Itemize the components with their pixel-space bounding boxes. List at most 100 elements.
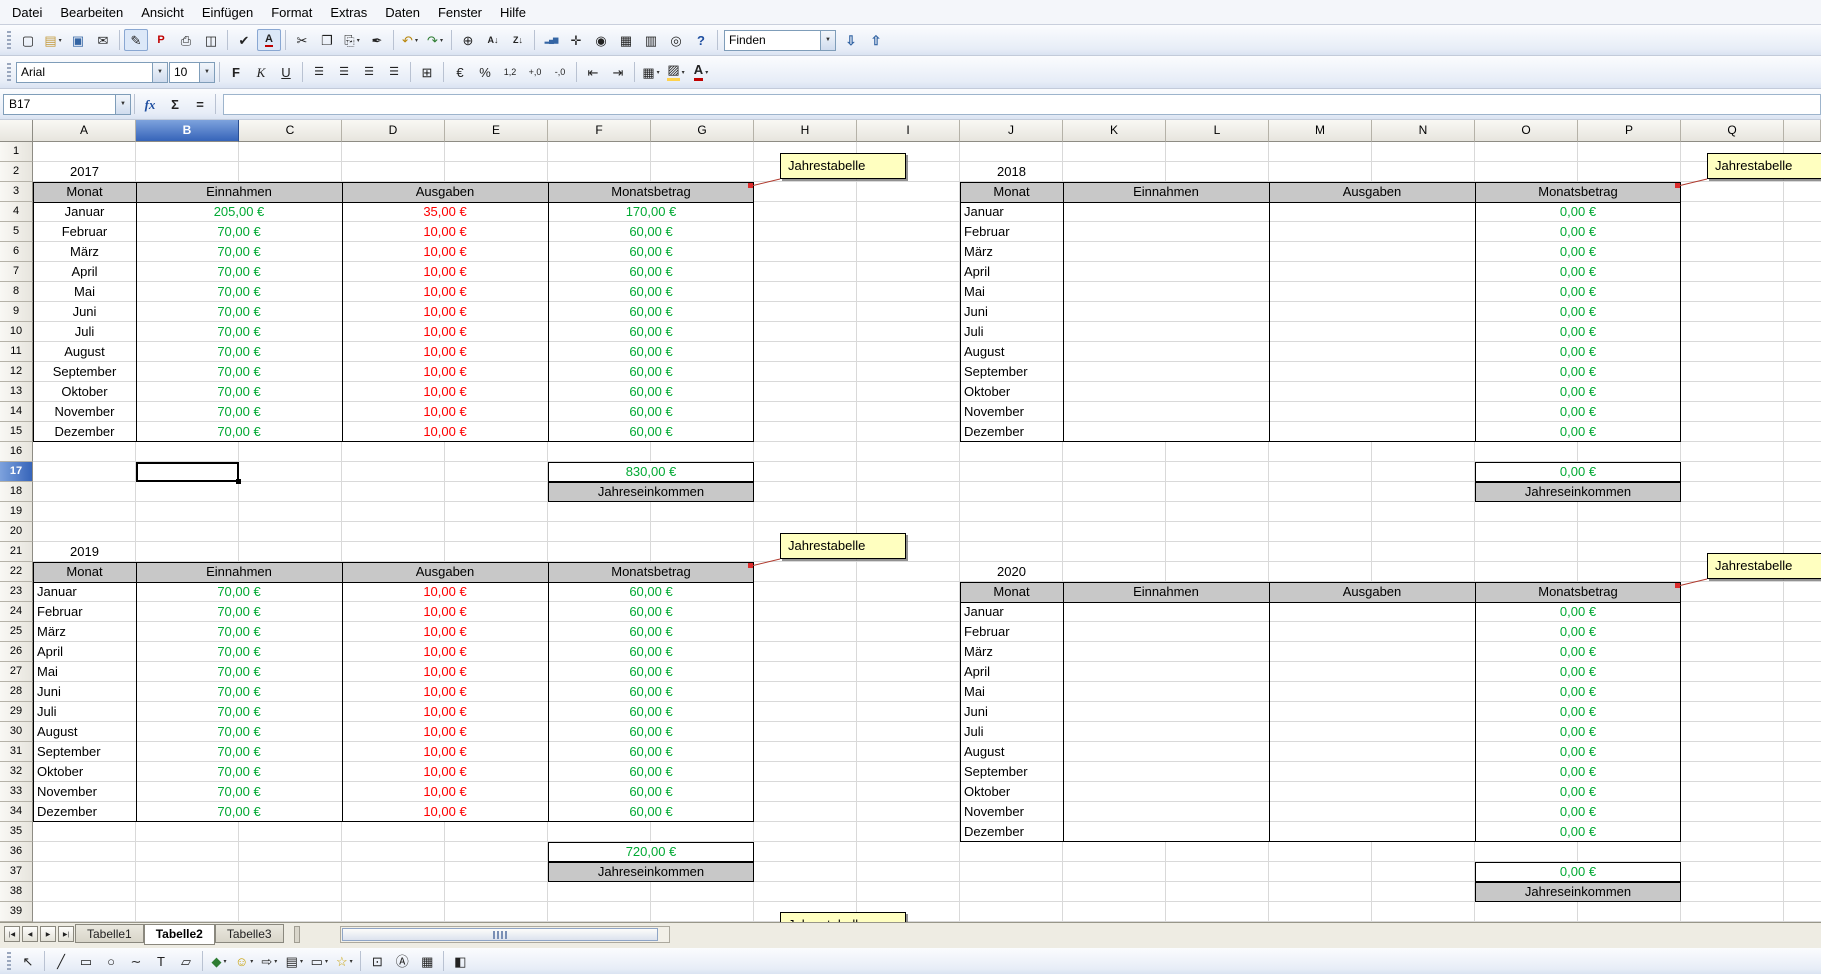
cell-A5[interactable]: Februar (33, 222, 136, 242)
decrease-indent-button[interactable]: ⇤ (581, 61, 605, 83)
row-header-26[interactable]: 26 (0, 642, 33, 662)
cell-O33[interactable]: 0,00 € (1475, 782, 1681, 802)
row-header-23[interactable]: 23 (0, 582, 33, 602)
sort-ascending-button[interactable]: A↓ (481, 29, 505, 51)
cell-D23[interactable]: 10,00 € (342, 582, 548, 602)
row-header-20[interactable]: 20 (0, 522, 33, 542)
row-header-15[interactable]: 15 (0, 422, 33, 442)
find-next-button[interactable]: ⇩ (839, 29, 863, 51)
cell-J34[interactable]: November (960, 802, 1063, 822)
function-button[interactable]: = (188, 93, 212, 115)
name-box[interactable]: B17 ▼ (3, 94, 131, 115)
cell-A10[interactable]: Juli (33, 322, 136, 342)
cell-J24[interactable]: Januar (960, 602, 1063, 622)
row-header-1[interactable]: 1 (0, 142, 33, 162)
cell-A15[interactable]: Dezember (33, 422, 136, 442)
select-button[interactable]: ↖ (16, 950, 40, 972)
cell-J27[interactable]: April (960, 662, 1063, 682)
cell-J6[interactable]: März (960, 242, 1063, 262)
cell-D26[interactable]: 10,00 € (342, 642, 548, 662)
row-header-11[interactable]: 11 (0, 342, 33, 362)
new-document-button[interactable]: ▢ (16, 29, 40, 51)
cell-F6[interactable]: 60,00 € (548, 242, 754, 262)
row-header-39[interactable]: 39 (0, 902, 33, 922)
cell-J32[interactable]: September (960, 762, 1063, 782)
gallery-button[interactable]: ▦ (614, 29, 638, 51)
menu-fenster[interactable]: Fenster (429, 2, 491, 23)
cell-A11[interactable]: August (33, 342, 136, 362)
row-header-8[interactable]: 8 (0, 282, 33, 302)
tab-nav-next[interactable]: ▶ (40, 926, 56, 942)
cell-A6[interactable]: März (33, 242, 136, 262)
align-justify-button[interactable]: ☰ (382, 61, 406, 83)
horizontal-scrollbar[interactable] (340, 926, 670, 943)
cell-D15[interactable]: 10,00 € (342, 422, 548, 442)
cell-O18[interactable]: Jahreseinkommen (1475, 482, 1681, 502)
cell-O29[interactable]: 0,00 € (1475, 702, 1681, 722)
cell-O31[interactable]: 0,00 € (1475, 742, 1681, 762)
cell-B23[interactable]: 70,00 € (136, 582, 342, 602)
cell-D33[interactable]: 10,00 € (342, 782, 548, 802)
row-header-5[interactable]: 5 (0, 222, 33, 242)
cell-B7[interactable]: 70,00 € (136, 262, 342, 282)
font-name-combo[interactable]: Arial▼ (16, 62, 168, 83)
align-left-button[interactable]: ☰ (307, 61, 331, 83)
cell-D30[interactable]: 10,00 € (342, 722, 548, 742)
sum-button[interactable]: Σ (163, 93, 187, 115)
row-header-38[interactable]: 38 (0, 882, 33, 902)
cell-F22[interactable]: Monatsbetrag (548, 562, 754, 582)
cell-B5[interactable]: 70,00 € (136, 222, 342, 242)
copy-button[interactable]: ❐ (315, 29, 339, 51)
cell-J15[interactable]: Dezember (960, 422, 1063, 442)
row-header-34[interactable]: 34 (0, 802, 33, 822)
cell-A21[interactable]: 2019 (33, 542, 136, 562)
background-color-button[interactable]: ▨▾ (664, 61, 688, 83)
insert-chart-button[interactable]: ▂▄▆ (539, 29, 563, 51)
column-header-partial[interactable] (1784, 120, 1821, 142)
cell-A28[interactable]: Juni (33, 682, 136, 702)
cell-B27[interactable]: 70,00 € (136, 662, 342, 682)
cell-D10[interactable]: 10,00 € (342, 322, 548, 342)
cell-D34[interactable]: 10,00 € (342, 802, 548, 822)
paste-button[interactable]: ⎘▾ (340, 29, 364, 51)
row-header-7[interactable]: 7 (0, 262, 33, 282)
name-box-dropdown-icon[interactable]: ▼ (115, 95, 130, 114)
ellipse-button[interactable]: ○ (99, 950, 123, 972)
formula-input[interactable] (223, 94, 1821, 115)
cell-J14[interactable]: November (960, 402, 1063, 422)
sheet-tab-tabelle2[interactable]: Tabelle2 (144, 924, 215, 945)
open-button[interactable]: ▤▾ (41, 29, 65, 51)
cell-O30[interactable]: 0,00 € (1475, 722, 1681, 742)
column-header-m[interactable]: M (1269, 120, 1372, 142)
cell-F18[interactable]: Jahreseinkommen (548, 482, 754, 502)
cell-A29[interactable]: Juli (33, 702, 136, 722)
row-header-3[interactable]: 3 (0, 182, 33, 202)
cell-A3[interactable]: Monat (33, 182, 136, 202)
align-center-button[interactable]: ☰ (332, 61, 356, 83)
cell-D22[interactable]: Ausgaben (342, 562, 548, 582)
find-dropdown-icon[interactable]: ▼ (820, 31, 835, 50)
cell-B12[interactable]: 70,00 € (136, 362, 342, 382)
cell-F28[interactable]: 60,00 € (548, 682, 754, 702)
cell-O12[interactable]: 0,00 € (1475, 362, 1681, 382)
cell-B29[interactable]: 70,00 € (136, 702, 342, 722)
freeform-line-button[interactable]: ∼ (124, 950, 148, 972)
cell-J7[interactable]: April (960, 262, 1063, 282)
cell-F34[interactable]: 60,00 € (548, 802, 754, 822)
cell-F26[interactable]: 60,00 € (548, 642, 754, 662)
row-header-33[interactable]: 33 (0, 782, 33, 802)
cell-J13[interactable]: Oktober (960, 382, 1063, 402)
cell-D32[interactable]: 10,00 € (342, 762, 548, 782)
increase-indent-button[interactable]: ⇥ (606, 61, 630, 83)
hyperlink-button[interactable]: ⊕ (456, 29, 480, 51)
row-header-29[interactable]: 29 (0, 702, 33, 722)
cell-F13[interactable]: 60,00 € (548, 382, 754, 402)
cell-F3[interactable]: Monatsbetrag (548, 182, 754, 202)
line-button[interactable]: ╱ (49, 950, 73, 972)
column-header-n[interactable]: N (1372, 120, 1475, 142)
borders-button[interactable]: ▦▾ (639, 61, 663, 83)
cell-D12[interactable]: 10,00 € (342, 362, 548, 382)
tab-nav-first[interactable]: |◀ (4, 926, 20, 942)
block-arrows-button[interactable]: ⇨▾ (257, 950, 281, 972)
add-decimal-place-button[interactable]: +,0 (523, 61, 547, 83)
